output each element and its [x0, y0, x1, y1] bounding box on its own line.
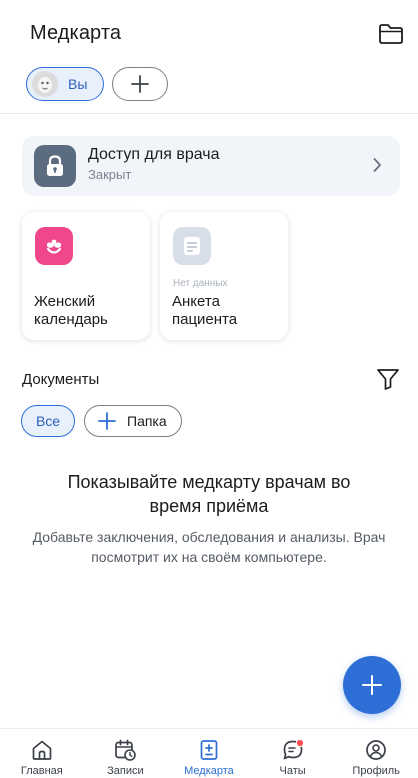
tile-patient-form[interactable]: Нет данных Анкета пациента [160, 212, 288, 340]
profile-icon [366, 740, 387, 760]
chevron-right-icon [373, 158, 381, 172]
tile-patient-form-nodata: Нет данных [173, 278, 228, 289]
notification-dot [295, 738, 304, 748]
bottom-tab-bar: Главная Записи Медкарта Чаты Профиль [0, 728, 418, 778]
plus-icon [98, 412, 116, 430]
tab-medcard-label: Медкарта [184, 765, 234, 777]
header-divider [0, 113, 418, 114]
tab-home[interactable]: Главная [0, 729, 84, 778]
documents-title: Документы [22, 371, 100, 388]
empty-state-title: Показывайте медкарту врачам во время при… [67, 472, 351, 516]
profile-chip-label: Вы [68, 76, 88, 92]
tab-profile-label: Профиль [352, 765, 400, 777]
tile-patient-form-label: Анкета пациента [172, 293, 238, 328]
filter-icon[interactable] [376, 368, 400, 390]
empty-state-description: Добавьте заключения, обследования и анал… [32, 529, 386, 565]
medcard-icon [200, 740, 218, 760]
add-document-button[interactable] [343, 656, 401, 714]
lock-icon-container [34, 145, 76, 187]
folder-icon[interactable] [378, 22, 404, 46]
tile-female-calendar-label: Женский календарь [34, 293, 108, 328]
avatar-face-icon [32, 71, 58, 97]
add-folder-label: Папка [127, 413, 167, 429]
home-icon [32, 740, 52, 760]
tab-home-label: Главная [20, 765, 63, 777]
medcard-tiles: Женский календарь Нет данных Анкета паци… [22, 212, 288, 340]
add-profile-button[interactable] [112, 67, 168, 101]
tab-appointments[interactable]: Записи [84, 729, 168, 778]
tile-female-calendar[interactable]: Женский календарь [22, 212, 150, 340]
plus-icon [362, 675, 382, 695]
chip-all[interactable]: Все [21, 405, 75, 437]
doctor-access-status: Закрыт [88, 167, 132, 182]
tab-medcard[interactable]: Медкарта [167, 729, 251, 778]
doctor-access-card[interactable]: Доступ для врача Закрыт [22, 136, 400, 196]
profile-selector: Вы [26, 67, 168, 101]
add-folder-chip[interactable]: Папка [84, 405, 182, 437]
profile-chip-you[interactable]: Вы [26, 67, 104, 101]
page-title: Медкарта [30, 22, 122, 44]
female-calendar-icon [35, 227, 73, 265]
tab-appointments-label: Записи [107, 765, 144, 777]
tab-chats-label: Чаты [279, 765, 306, 777]
lock-icon [47, 155, 63, 176]
doctor-access-title: Доступ для врача [88, 146, 220, 163]
calendar-clock-icon [115, 739, 137, 761]
plus-icon [131, 75, 149, 93]
avatar [32, 71, 58, 97]
tab-chats[interactable]: Чаты [251, 729, 335, 778]
header: Медкарта Вы [0, 0, 418, 112]
chat-icon [283, 738, 304, 760]
tab-profile[interactable]: Профиль [334, 729, 418, 778]
documents-chips: Все Папка [21, 405, 182, 437]
patient-form-icon [173, 227, 211, 265]
